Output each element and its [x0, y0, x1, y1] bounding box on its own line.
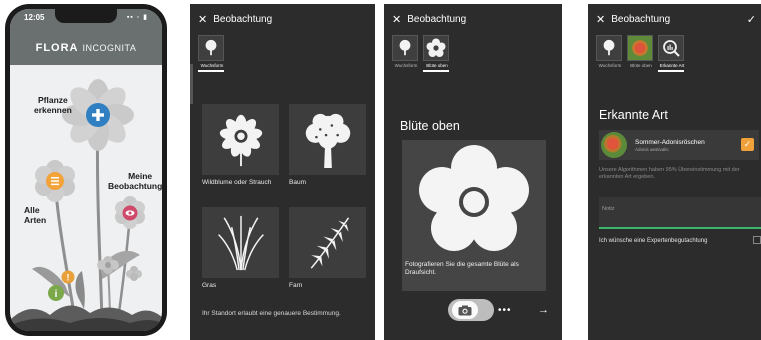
plus-icon[interactable] [86, 103, 110, 127]
expert-review-checkbox[interactable] [753, 236, 761, 244]
identify-plant-text: Pflanze erkennen [34, 95, 72, 115]
eye-icon[interactable] [122, 205, 138, 221]
tab-label: Wuchsform [394, 63, 418, 68]
match-info: Unsere Algorithmen haben 95% Übereinstim… [599, 167, 740, 180]
photo-thumb-icon [627, 35, 653, 61]
svg-text:!: ! [67, 273, 70, 283]
status-time: 12:05 [24, 13, 45, 22]
card-wildflower[interactable]: Wildblume oder Strauch [202, 104, 279, 186]
logo-sub: INCOGNITA [82, 43, 137, 53]
result-text: Sommer-Adonisröschen Adonis aestivalis [627, 139, 705, 152]
phone-frame: 12:05 ▪▪ ◦ ▮ FLORA INCOGNITA ! i Pflanze… [5, 4, 167, 336]
tree-icon [289, 104, 366, 175]
tab-growth-form[interactable]: Wuchsform [198, 35, 226, 72]
screen-title: Beobachtung [611, 14, 671, 25]
flower-top-screen: ✕ Beobachtung Wuchsform Blüte oben Blüte… [384, 4, 562, 340]
flower-icon [202, 104, 279, 175]
scroll-indicator [190, 64, 193, 104]
camera-icon[interactable] [452, 301, 478, 319]
home-screen: 12:05 ▪▪ ◦ ▮ FLORA INCOGNITA ! i Pflanze… [10, 9, 162, 331]
card-label: Wildblume oder Strauch [202, 179, 272, 186]
confirm-check-icon[interactable]: ✓ [747, 13, 756, 26]
result-heading: Erkannte Art [599, 108, 668, 122]
camera-controls: ••• [448, 298, 520, 322]
fern-icon [289, 207, 366, 278]
card-label: Gras [202, 282, 217, 289]
tab-growth-form[interactable]: Wuchsform [596, 35, 624, 68]
note-field[interactable]: Notiz [599, 197, 761, 227]
screenshot-collage: 12:05 ▪▪ ◦ ▮ FLORA INCOGNITA ! i Pflanze… [0, 0, 761, 340]
phone-notch [55, 9, 117, 23]
more-options-icon[interactable]: ••• [498, 305, 512, 316]
tab-label: Blüte oben [630, 63, 652, 68]
card-tree[interactable]: Baum [289, 104, 366, 186]
my-observations-label[interactable]: Meine Beobachtungen [108, 171, 162, 191]
tab-label: Blüte oben [426, 63, 448, 68]
step-heading: Blüte oben [400, 119, 460, 133]
active-tab-indicator [658, 70, 684, 72]
close-icon[interactable]: ✕ [198, 13, 207, 26]
note-field-underline [599, 227, 761, 229]
help-icon[interactable]: ! [61, 270, 75, 284]
card-label: Baum [289, 179, 306, 186]
magnifier-icon [658, 35, 684, 61]
tree-icon [596, 35, 622, 61]
location-hint: Ihr Standort erlaubt eine genauere Besti… [202, 310, 341, 317]
close-icon[interactable]: ✕ [596, 13, 605, 26]
note-placeholder: Notiz [602, 206, 615, 212]
top-bar: ✕ Beobachtung [190, 4, 375, 35]
expert-review-label: Ich wünsche eine Expertenbegutachtung [599, 238, 708, 244]
my-observations-text: Meine Beobachtungen [108, 171, 162, 191]
result-item[interactable]: Sommer-Adonisröschen Adonis aestivalis ✓ [599, 130, 759, 160]
tree-icon [198, 35, 224, 61]
species-name: Sommer-Adonisröschen [635, 138, 705, 146]
home-illustration: ! i [10, 79, 162, 331]
app-logo: FLORA INCOGNITA [10, 42, 162, 54]
growth-form-screen: ✕ Beobachtung Wuchsform Wildblume oder S… [190, 4, 375, 340]
card-fern[interactable]: Farn [289, 207, 366, 289]
tab-recognized-species[interactable]: Erkannte Art [658, 35, 686, 72]
identify-plant-label[interactable]: Pflanze erkennen [34, 95, 72, 115]
flower-top-icon [419, 145, 529, 251]
species-latin-name: Adonis aestivalis [635, 146, 669, 152]
all-species-text: Alle Arten [24, 205, 47, 225]
all-species-label[interactable]: Alle Arten [24, 205, 46, 225]
active-tab-indicator [198, 70, 224, 72]
tab-label: Wuchsform [598, 63, 622, 68]
step-tabs: Wuchsform Blüte oben Erkannte Art [588, 35, 761, 79]
close-icon[interactable]: ✕ [392, 13, 401, 26]
tab-growth-form[interactable]: Wuchsform [392, 35, 420, 68]
step-tabs: Wuchsform Blüte oben [384, 35, 562, 79]
camera-switch[interactable] [448, 299, 494, 321]
svg-text:i: i [55, 289, 58, 300]
active-tab-indicator [423, 70, 449, 72]
logo-main: FLORA [35, 42, 79, 54]
recognized-species-screen: ✕ Beobachtung ✓ Wuchsform Blüte oben Erk… [588, 4, 761, 340]
small-flower [126, 266, 142, 281]
status-icons: ▪▪ ◦ ▮ [126, 14, 148, 21]
flower-top-icon [423, 35, 449, 61]
tab-label: Erkannte Art [659, 63, 685, 68]
photo-hint: Fotografieren Sie die gesamte Blüte als … [405, 261, 519, 276]
tree-icon [392, 35, 418, 61]
card-label: Farn [289, 282, 303, 289]
card-grass[interactable]: Gras [202, 207, 279, 289]
list-icon[interactable] [46, 172, 64, 190]
species-photo [601, 132, 627, 158]
screen-title: Beobachtung [213, 14, 273, 25]
top-bar: ✕ Beobachtung [588, 4, 761, 35]
arrow-right-icon[interactable]: → [538, 304, 549, 316]
top-bar: ✕ Beobachtung [384, 4, 562, 35]
step-tabs: Wuchsform [190, 35, 375, 79]
tab-label: Wuchsform [200, 63, 224, 68]
info-icon[interactable]: i [48, 285, 64, 301]
checkbox-checked-icon[interactable]: ✓ [741, 138, 754, 151]
grass-icon [202, 207, 279, 278]
tab-flower-top[interactable]: Blüte oben [627, 35, 655, 68]
screen-title: Beobachtung [407, 14, 467, 25]
tab-flower-top[interactable]: Blüte oben [423, 35, 451, 72]
